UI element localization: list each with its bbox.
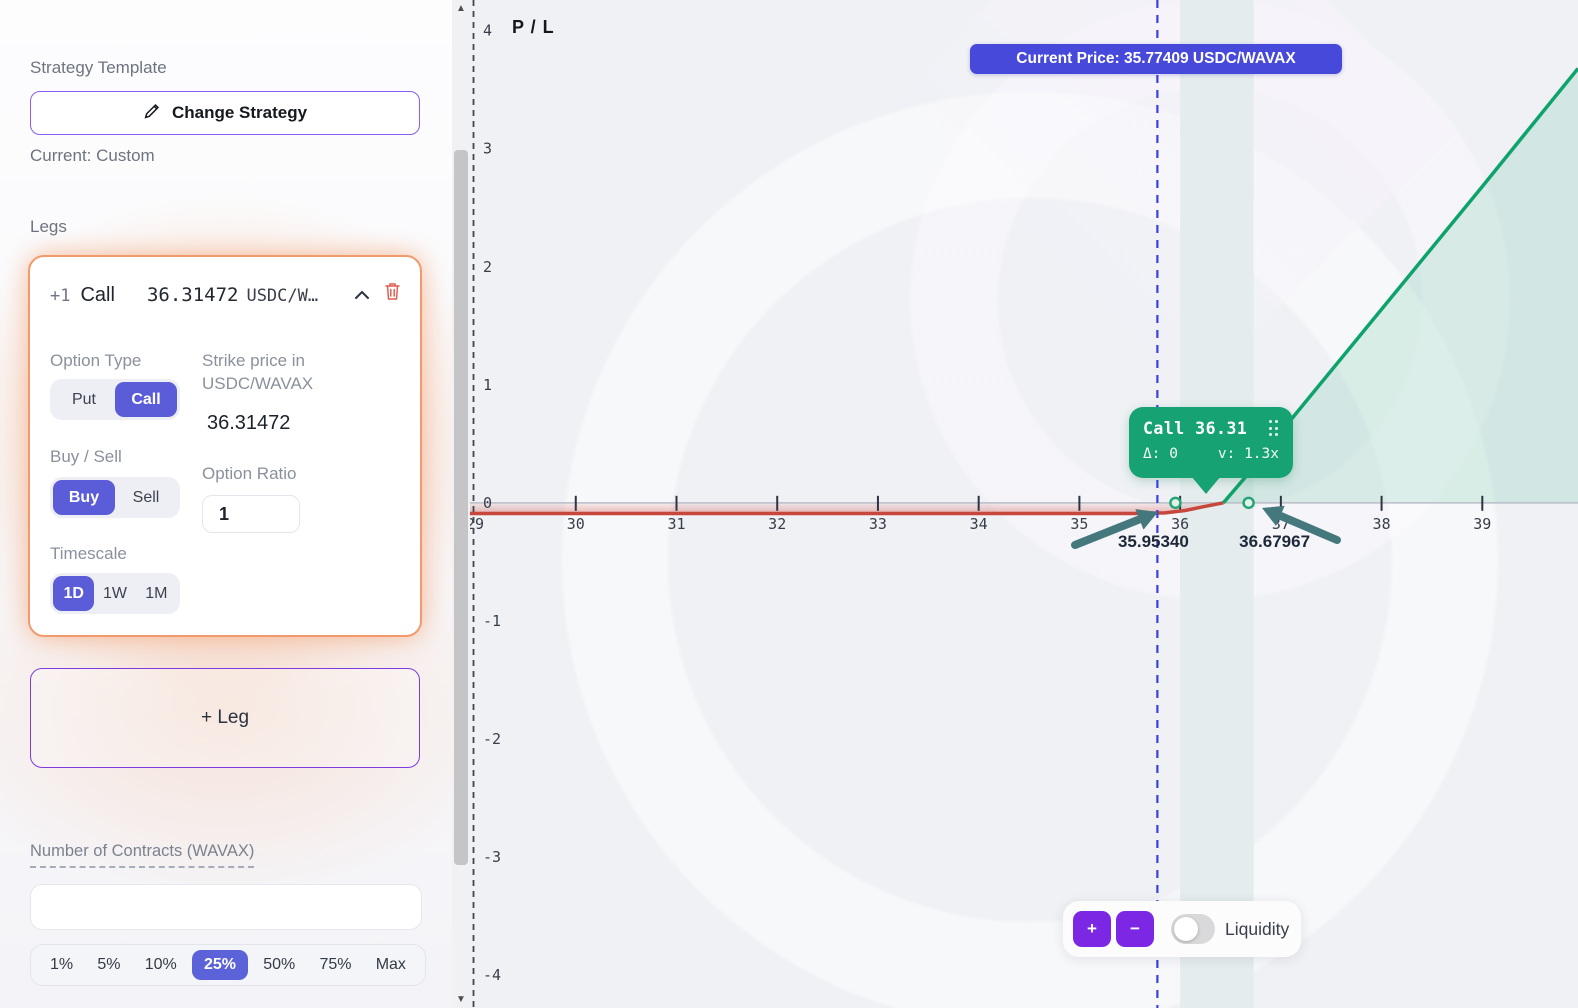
percent-75[interactable]: 75% — [310, 950, 360, 980]
strike-price-label: Strike price in USDC/WAVAX — [202, 349, 362, 395]
scroll-up-icon[interactable]: ▲ — [452, 3, 470, 14]
chart-controls: + − Liquidity — [1063, 901, 1301, 957]
change-strategy-button[interactable]: Change Strategy — [30, 91, 420, 135]
leg-quantity: +1 — [50, 286, 70, 306]
leg-title-strike: 36.31472 — [147, 284, 239, 306]
zoom-in-button[interactable]: + — [1073, 911, 1111, 947]
drag-handle-icon[interactable] — [1269, 420, 1280, 437]
svg-text:-3: -3 — [483, 848, 501, 866]
svg-text:31: 31 — [667, 515, 685, 533]
option-type-label: Option Type — [50, 349, 141, 372]
vertical-scrollbar[interactable]: ▲ ▼ — [452, 0, 470, 1008]
leg-chart-tooltip[interactable]: Call 36.31 Δ: 0 v: 1.3x — [1129, 407, 1293, 478]
pl-chart-pane: 293031323334353637383943210-1-2-3-435.95… — [470, 0, 1578, 1008]
leg-type: Call — [80, 284, 114, 307]
option-ratio-label: Option Ratio — [202, 462, 297, 485]
scrollbar-thumb[interactable] — [454, 150, 468, 865]
pencil-icon — [143, 101, 162, 125]
pl-axis-title: P / L — [512, 17, 555, 38]
options-strategy-app: Strategy Template Change Strategy Curren… — [0, 0, 1578, 1008]
svg-text:4: 4 — [483, 22, 492, 40]
percent-50[interactable]: 50% — [254, 950, 304, 980]
percent-10[interactable]: 10% — [136, 950, 186, 980]
timescale-label: Timescale — [50, 542, 127, 565]
svg-text:29: 29 — [470, 515, 484, 533]
percent-25[interactable]: 25% — [192, 950, 248, 980]
tooltip-vega: v: 1.3x — [1218, 446, 1279, 462]
leg-card-header: +1 Call 36.31472 USDC/W… — [50, 281, 402, 307]
buy-option[interactable]: Buy — [53, 480, 115, 515]
strike-price-value[interactable]: 36.31472 — [207, 412, 290, 435]
contracts-label: Number of Contracts (WAVAX) — [30, 842, 254, 868]
percent-max[interactable]: Max — [367, 950, 415, 980]
toggle-knob — [1174, 917, 1198, 941]
current-strategy-label: Current: Custom — [30, 146, 155, 166]
timescale-1w[interactable]: 1W — [94, 576, 135, 611]
call-option[interactable]: Call — [115, 382, 177, 417]
svg-text:-4: -4 — [483, 966, 501, 984]
svg-text:38: 38 — [1373, 515, 1391, 533]
svg-text:36.67967: 36.67967 — [1239, 532, 1310, 551]
svg-text:35: 35 — [1070, 515, 1088, 533]
buy-sell-label: Buy / Sell — [50, 445, 122, 468]
svg-text:-2: -2 — [483, 730, 501, 748]
svg-text:33: 33 — [869, 515, 887, 533]
timescale-1d[interactable]: 1D — [53, 576, 94, 611]
put-option[interactable]: Put — [53, 382, 115, 417]
svg-text:34: 34 — [970, 515, 988, 533]
trash-icon — [383, 281, 402, 304]
pl-chart[interactable]: 293031323334353637383943210-1-2-3-435.95… — [470, 0, 1578, 1008]
add-leg-button[interactable]: + Leg — [30, 668, 420, 768]
percent-1[interactable]: 1% — [41, 950, 82, 980]
svg-text:3: 3 — [483, 140, 492, 158]
delete-leg-button[interactable] — [383, 281, 402, 304]
svg-text:30: 30 — [567, 515, 585, 533]
tooltip-title: Call 36.31 — [1143, 419, 1247, 438]
option-ratio-input[interactable] — [202, 495, 300, 533]
legs-label: Legs — [30, 217, 67, 237]
percent-5[interactable]: 5% — [88, 950, 129, 980]
tooltip-delta: Δ: 0 — [1143, 446, 1178, 462]
range-marker-0[interactable] — [1170, 498, 1180, 508]
range-marker-1[interactable] — [1244, 498, 1254, 508]
svg-text:35.95340: 35.95340 — [1118, 532, 1189, 551]
chevron-up-icon — [353, 289, 371, 304]
current-price-badge: Current Price: 35.77409 USDC/WAVAX — [970, 44, 1342, 74]
liquidity-label: Liquidity — [1225, 919, 1289, 940]
scroll-down-icon[interactable]: ▼ — [452, 994, 470, 1005]
svg-text:1: 1 — [483, 376, 492, 394]
svg-text:-1: -1 — [483, 612, 501, 630]
contracts-input[interactable] — [30, 884, 422, 930]
svg-text:2: 2 — [483, 258, 492, 276]
leg-title-pair: USDC/W… — [246, 286, 318, 306]
percent-quick-select: 1% 5% 10% 25% 50% 75% Max — [30, 944, 426, 986]
leg-card: +1 Call 36.31472 USDC/W… — [28, 255, 422, 637]
strategy-template-label: Strategy Template — [30, 58, 167, 78]
timescale-toggle: 1D 1W 1M — [50, 573, 180, 614]
svg-text:39: 39 — [1473, 515, 1491, 533]
liquidity-toggle[interactable] — [1171, 914, 1215, 944]
change-strategy-label: Change Strategy — [172, 103, 307, 123]
sell-option[interactable]: Sell — [115, 480, 177, 515]
sidebar: Strategy Template Change Strategy Curren… — [0, 0, 452, 1008]
zoom-out-button[interactable]: − — [1116, 911, 1154, 947]
option-type-toggle: Put Call — [50, 379, 180, 420]
collapse-leg-button[interactable] — [353, 289, 371, 304]
svg-text:0: 0 — [483, 494, 492, 512]
svg-text:32: 32 — [768, 515, 786, 533]
buy-sell-toggle: Buy Sell — [50, 477, 180, 518]
svg-text:36: 36 — [1171, 515, 1189, 533]
timescale-1m[interactable]: 1M — [136, 576, 177, 611]
